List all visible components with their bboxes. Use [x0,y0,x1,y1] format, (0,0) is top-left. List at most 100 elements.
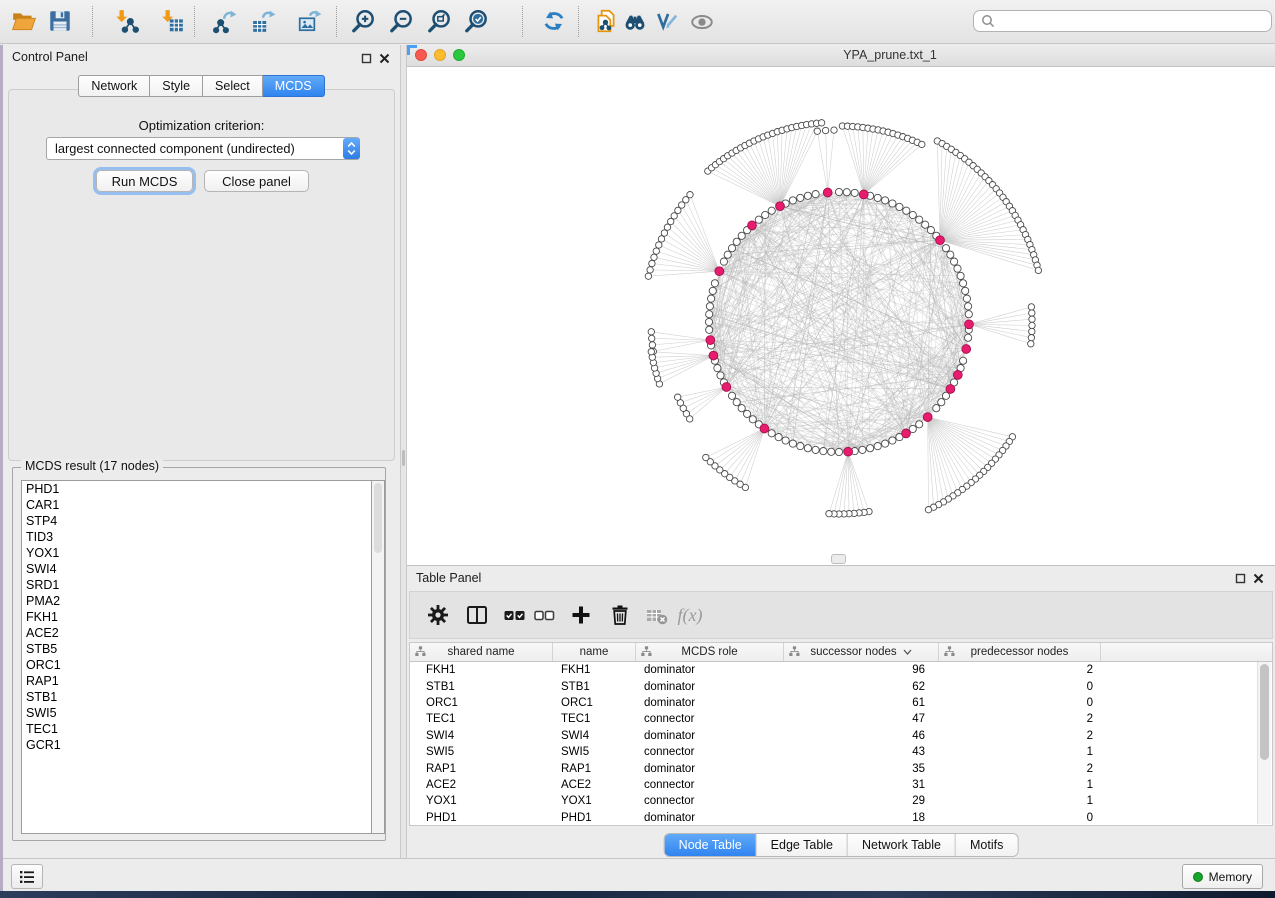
tab-select[interactable]: Select [203,75,263,97]
zoom-selected-button[interactable] [463,7,491,35]
zoom-fit-button[interactable] [426,7,454,35]
mcds-result-scrollbar[interactable] [372,480,385,834]
tab-motifs[interactable]: Motifs [955,834,1017,856]
first-neighbors-button[interactable] [621,7,649,35]
memory-label: Memory [1209,870,1252,884]
create-column-button[interactable] [567,601,595,629]
splitter-handle[interactable] [402,450,405,466]
mcds-node-item[interactable]: STB5 [22,641,371,657]
save-session-button[interactable] [46,7,74,35]
columns-icon [465,603,489,627]
fx-icon: f(x) [678,605,703,626]
zoom-out-button[interactable] [388,7,416,35]
table-row[interactable]: SWI5SWI5connector431 [410,744,1272,760]
table-cell: 0 [939,678,1101,694]
float-table-panel-icon[interactable] [1235,571,1247,583]
table-row[interactable]: RAP1RAP1dominator352 [410,760,1272,776]
close-table-panel-icon[interactable] [1253,571,1265,583]
mcds-node-item[interactable]: TID3 [22,529,371,545]
mcds-node-item[interactable]: STP4 [22,513,371,529]
unchecked-boxes-icon [532,603,556,627]
table-row[interactable]: TEC1TEC1connector472 [410,711,1272,727]
tab-node-table[interactable]: Node Table [665,834,756,856]
search-input[interactable] [999,12,1271,30]
table-scrollbar[interactable] [1257,662,1271,824]
network-from-selection-button[interactable] [592,7,620,35]
apply-layout-button[interactable] [540,7,568,35]
deselect-all-button[interactable] [530,601,558,629]
task-history-button[interactable] [11,864,43,889]
table-row[interactable]: YOX1YOX1connector291 [410,793,1272,809]
import-table-button[interactable] [158,7,186,35]
table-settings-button[interactable] [424,601,452,629]
tab-style[interactable]: Style [150,75,203,97]
run-mcds-button[interactable]: Run MCDS [96,170,193,192]
column-header-MCDS-role[interactable]: MCDS role [636,643,784,661]
column-header-name[interactable]: name [553,643,636,661]
table-scrollbar-thumb[interactable] [1260,664,1269,760]
table-cell: 29 [784,793,939,809]
table-cell: FKH1 [553,662,636,678]
memory-button[interactable]: Memory [1182,864,1263,889]
mcds-node-item[interactable]: CAR1 [22,497,371,513]
delete-column-button[interactable] [606,601,634,629]
criterion-select[interactable]: largest connected component (undirected) [46,137,360,160]
table-cell: dominator [636,810,784,826]
mcds-node-item[interactable]: YOX1 [22,545,371,561]
toolbar-separator [92,6,93,37]
table-row[interactable]: STB1STB1dominator620 [410,678,1272,694]
mcds-node-item[interactable]: PHD1 [22,481,371,497]
table-row[interactable]: FKH1FKH1dominator962 [410,662,1272,678]
table-row[interactable]: SWI4SWI4dominator462 [410,728,1272,744]
mcds-node-item[interactable]: ACE2 [22,625,371,641]
column-header-successor-nodes[interactable]: successor nodes [784,643,939,661]
mcds-node-item[interactable]: RAP1 [22,673,371,689]
export-table-button[interactable] [250,7,278,35]
mcds-node-item[interactable]: SRD1 [22,577,371,593]
mcds-node-item[interactable]: STB1 [22,689,371,705]
mcds-node-item[interactable]: GCR1 [22,737,371,753]
zoom-in-button[interactable] [350,7,378,35]
close-panel-button[interactable]: Close panel [204,170,309,192]
open-file-button[interactable] [10,7,38,35]
tab-edge-table[interactable]: Edge Table [756,834,847,856]
export-network-button[interactable] [211,7,239,35]
app-window: Control Panel NetworkStyleSelectMCDS Opt… [0,0,1275,898]
column-header-shared-name[interactable]: shared name [410,643,553,661]
import-network-button[interactable] [112,7,140,35]
mcds-node-item[interactable]: PMA2 [22,593,371,609]
show-columns-button[interactable] [463,601,491,629]
mcds-node-item[interactable]: FKH1 [22,609,371,625]
export-image-icon [297,8,323,34]
vertical-splitter[interactable] [400,45,407,858]
table-row[interactable]: ORC1ORC1dominator610 [410,695,1272,711]
close-panel-icon[interactable] [379,51,391,63]
network-canvas[interactable] [407,66,1275,565]
column-header-predecessor-nodes[interactable]: predecessor nodes [939,643,1101,661]
export-image-button[interactable] [296,7,324,35]
mcds-node-item[interactable]: SWI5 [22,705,371,721]
table-cell: 2 [939,760,1101,776]
network-title-bar[interactable]: YPA_prune.txt_1 [407,45,1275,67]
graphics-details-button[interactable] [653,7,681,35]
mcds-result-list[interactable]: PHD1CAR1STP4TID3YOX1SWI4SRD1PMA2FKH1ACE2… [21,480,372,834]
table-cell: connector [636,744,784,760]
float-panel-icon[interactable] [361,51,373,63]
select-all-button[interactable] [500,601,528,629]
tab-network-table[interactable]: Network Table [847,834,955,856]
eye-icon [689,8,715,34]
window-zoom-light[interactable] [453,49,465,61]
mcds-node-item[interactable]: ORC1 [22,657,371,673]
window-minimize-light[interactable] [434,49,446,61]
mcds-node-item[interactable]: SWI4 [22,561,371,577]
horizontal-splitter-handle[interactable] [831,554,846,564]
table-row[interactable]: ACE2ACE2connector311 [410,777,1272,793]
tab-network[interactable]: Network [78,75,150,97]
tab-mcds[interactable]: MCDS [263,75,325,97]
sort-chevron-icon [903,649,912,655]
eye-button[interactable] [688,7,716,35]
mcds-node-item[interactable]: TEC1 [22,721,371,737]
scrollbar-thumb[interactable] [374,483,382,553]
table-row[interactable]: PHD1PHD1dominator180 [410,810,1272,826]
table-cell: SWI4 [410,728,553,744]
